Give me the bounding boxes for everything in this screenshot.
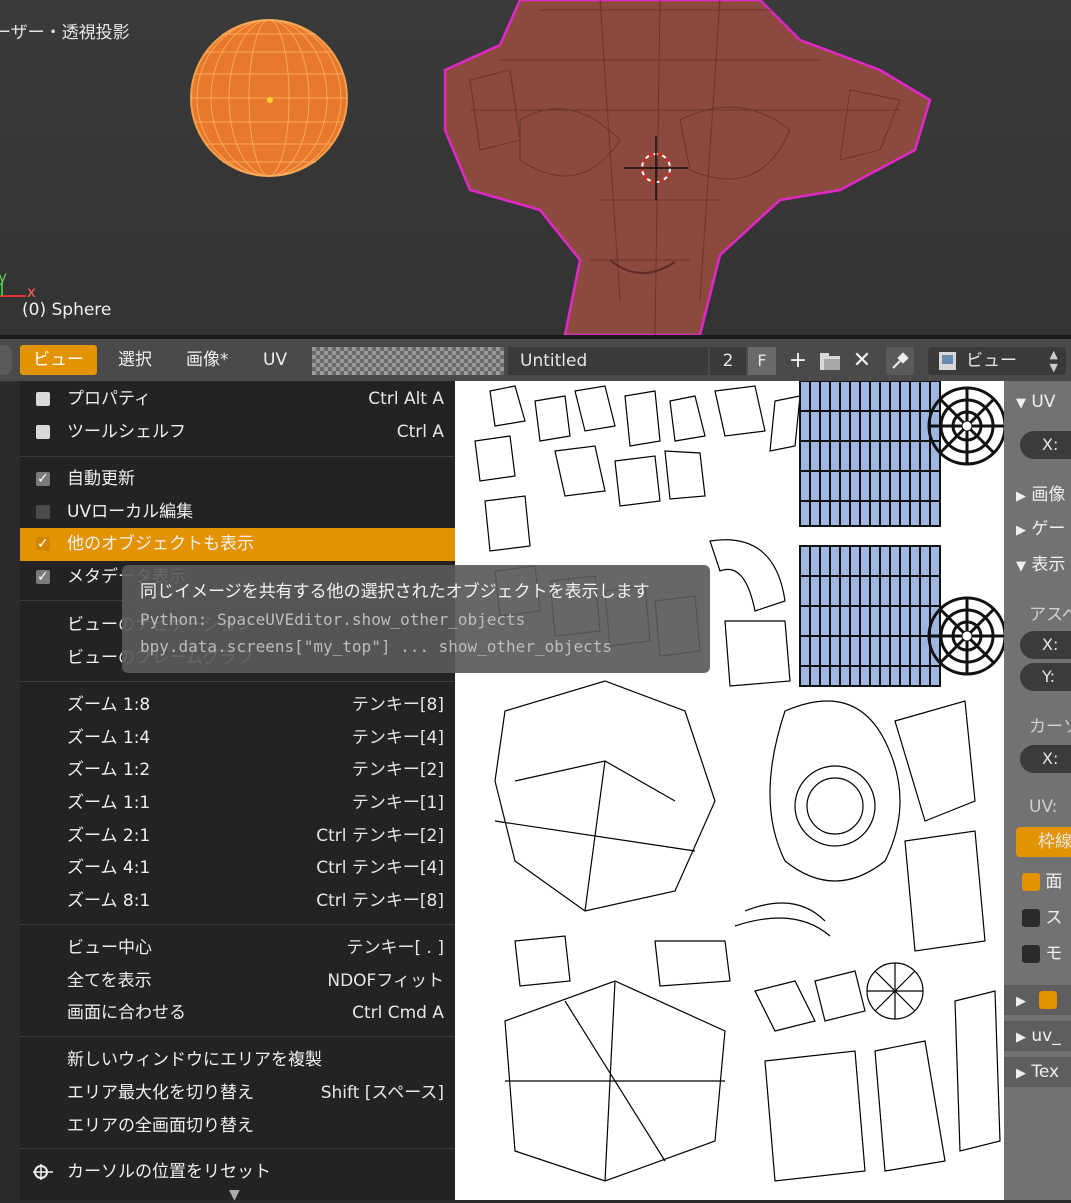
- view-mode-label: ビュー: [966, 351, 1017, 371]
- panel-image-header[interactable]: ▶ 画像: [1004, 481, 1071, 511]
- checkbox-empty-icon[interactable]: [1022, 909, 1040, 927]
- checkbox-checked-icon[interactable]: [1022, 873, 1040, 891]
- tooltip-description: 同じイメージを共有する他の選択されたオブジェクトを表示します: [140, 582, 650, 602]
- uv-editor-header: ビュー 選択 画像* UV Untitled 2 F + ✕ ビュー ▲ ▼: [0, 339, 1071, 382]
- panel-game-header[interactable]: ▶ ゲー: [1004, 515, 1071, 545]
- image-browse-checker-icon[interactable]: [312, 347, 504, 375]
- fake-user-button[interactable]: F: [748, 347, 776, 375]
- menu-item-view-fit[interactable]: 画面に合わせる Ctrl Cmd A: [20, 997, 455, 1030]
- panel-display-header[interactable]: ▼ 表示: [1004, 551, 1071, 581]
- menu-separator: [20, 1036, 455, 1037]
- aspect-label: アスペ: [1029, 605, 1071, 625]
- uv-display-label: UV:: [1029, 797, 1058, 817]
- cursor-reset-icon: [33, 1164, 53, 1180]
- panel-texture-row[interactable]: ▶ Tex: [1004, 1057, 1071, 1087]
- menu-item-toggle-fullscreen[interactable]: エリアの全画面切り替え: [20, 1110, 455, 1143]
- viewport-scene: y x: [0, 0, 932, 335]
- updown-arrow-icon: ▲ ▼: [1049, 348, 1058, 374]
- pin-icon[interactable]: [886, 347, 914, 375]
- checkbox-empty-icon[interactable]: [36, 425, 50, 439]
- axis-x-label: x: [27, 283, 36, 301]
- panel-uv-layer-row[interactable]: ▶ uv_: [1004, 1021, 1071, 1051]
- panel-uv-header[interactable]: ▼ UV: [1004, 387, 1071, 417]
- checkbox-empty-icon[interactable]: [36, 392, 50, 406]
- checkbox-checked-icon[interactable]: [36, 528, 50, 561]
- menu-item-uv-local-edit[interactable]: UVローカル編集: [20, 496, 455, 529]
- menu-item-auto-update[interactable]: 自動更新: [20, 463, 455, 496]
- menu-separator: [20, 456, 455, 457]
- menu-item-zoom-1-4[interactable]: ズーム 1:4 テンキー[4]: [20, 722, 455, 755]
- menu-separator: [20, 924, 455, 925]
- menu-item-zoom-8-1[interactable]: ズーム 8:1 Ctrl テンキー[8]: [20, 885, 455, 918]
- panel-collapsed-row[interactable]: ▶: [1004, 985, 1071, 1015]
- menu-item-tool-shelf[interactable]: ツールシェルフ Ctrl A: [20, 416, 455, 449]
- menu-item-view-all[interactable]: 全てを表示 NDOFフィット: [20, 965, 455, 998]
- menu-image[interactable]: 画像*: [186, 339, 229, 381]
- 3d-viewport[interactable]: y x ーザー・透視投影 (0) Sphere: [0, 0, 1071, 335]
- menu-select[interactable]: 選択: [118, 339, 152, 381]
- checkbox-empty-icon[interactable]: [36, 505, 50, 519]
- menu-item-duplicate-area[interactable]: 新しいウィンドウにエリアを複製: [20, 1044, 455, 1077]
- uv-x-field[interactable]: X:: [1020, 431, 1071, 459]
- menu-item-view-center[interactable]: ビュー中心 テンキー[ . ]: [20, 932, 455, 965]
- view-dropdown-menu: プロパティCtrl Alt A ツールシェルフCtrl A 自動更新 UVローカ…: [20, 381, 455, 1203]
- menu-item-zoom-4-1[interactable]: ズーム 4:1 Ctrl テンキー[4]: [20, 852, 455, 885]
- cursor-x-field[interactable]: X:: [1020, 745, 1071, 773]
- menu-item-zoom-1-2[interactable]: ズーム 1:2 テンキー[2]: [20, 754, 455, 787]
- menu-item-properties[interactable]: プロパティ Ctrl Alt A: [20, 383, 455, 416]
- tooltip-data-path: bpy.data.screens["my_top"] ... show_othe…: [140, 637, 613, 656]
- menu-item-zoom-1-8[interactable]: ズーム 1:8 テンキー[8]: [20, 689, 455, 722]
- properties-sidebar: ▼ UV X: ▶ 画像 ▶ ゲー ▼ 表示 アスペ X: Y: カーソ X: …: [1004, 381, 1071, 1200]
- new-image-plus-icon[interactable]: +: [784, 347, 812, 375]
- menu-item-toggle-maximize[interactable]: エリア最大化を切り替え Shift [スペース]: [20, 1077, 455, 1110]
- tooltip: 同じイメージを共有する他の選択されたオブジェクトを表示します Python: S…: [122, 565, 710, 673]
- active-object-label: (0) Sphere: [22, 300, 112, 320]
- selected-uv-islands[interactable]: [799, 381, 1005, 687]
- uv-islands: [474, 381, 1005, 1182]
- menu-view[interactable]: ビュー: [20, 345, 97, 375]
- menu-item-zoom-2-1[interactable]: ズーム 2:1 Ctrl テンキー[2]: [20, 820, 455, 853]
- menu-uv[interactable]: UV: [263, 339, 287, 381]
- viewport-title: ーザー・透視投影: [0, 23, 130, 43]
- checkbox-checked-icon[interactable]: [36, 561, 50, 594]
- collapse-triangle-icon: ▼: [1016, 396, 1026, 411]
- aspect-y-field[interactable]: Y:: [1020, 663, 1071, 691]
- menu-item-reset-cursor[interactable]: カーソルの位置をリセット: [20, 1156, 455, 1189]
- aspect-x-field[interactable]: X:: [1020, 631, 1071, 659]
- checkbox-empty-icon[interactable]: [1022, 945, 1040, 963]
- axis-y-label: y: [0, 268, 7, 286]
- uv-canvas[interactable]: [455, 381, 1005, 1200]
- cursor-label: カーソ: [1029, 717, 1071, 737]
- checkbox-checked-icon[interactable]: [1039, 991, 1058, 1009]
- menu-separator: [20, 1148, 455, 1149]
- image-name-field[interactable]: Untitled: [508, 347, 708, 375]
- outline-mode-button[interactable]: 枠線: [1016, 827, 1071, 857]
- open-image-folder-icon[interactable]: [816, 347, 844, 375]
- checkbox-checked-icon[interactable]: [36, 463, 50, 496]
- view-mode-select[interactable]: ビュー ▲ ▼: [928, 347, 1066, 375]
- tooltip-python: Python: SpaceUVEditor.show_other_objects: [140, 610, 526, 629]
- unlink-image-close-icon[interactable]: ✕: [848, 347, 876, 375]
- scroll-down-arrow-icon[interactable]: ▼: [229, 1187, 240, 1203]
- menu-item-zoom-1-1[interactable]: ズーム 1:1 テンキー[1]: [20, 787, 455, 820]
- menu-separator: [20, 681, 455, 682]
- menu-item-show-other-objects[interactable]: 他のオブジェクトも表示: [20, 528, 455, 561]
- editor-type-chevron-icon[interactable]: [0, 345, 12, 375]
- option-faces[interactable]: 面: [1004, 869, 1071, 895]
- option-stretch[interactable]: ス: [1004, 905, 1071, 931]
- option-modified[interactable]: モ: [1004, 941, 1071, 967]
- image-users-count: 2: [710, 347, 746, 375]
- sphere-object[interactable]: [190, 19, 348, 177]
- image-editor-icon: [939, 352, 956, 370]
